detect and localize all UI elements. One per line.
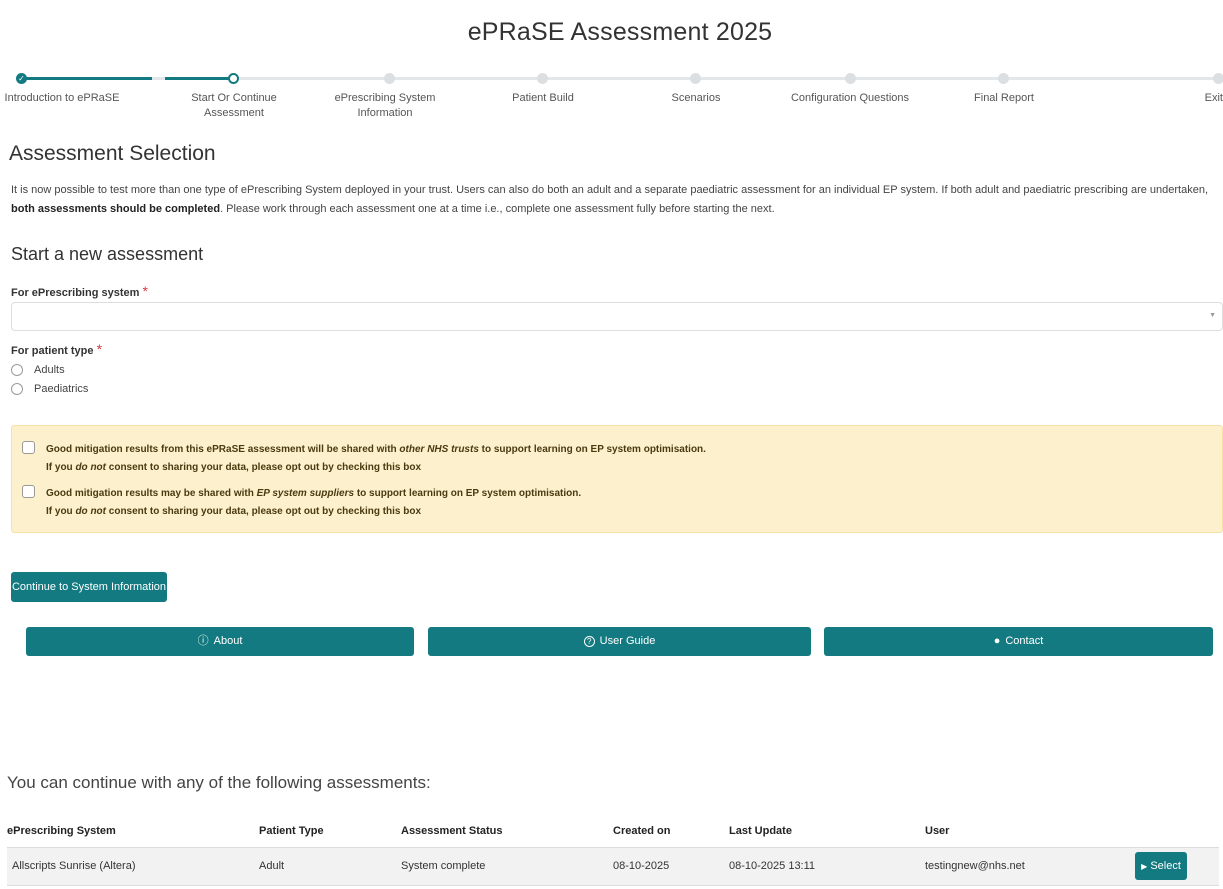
user-guide-button[interactable]: ? User Guide — [428, 627, 811, 656]
col-last-update: Last Update — [729, 815, 925, 848]
step-node-exit — [1213, 73, 1223, 84]
step-label-patient-build: Patient Build — [512, 92, 574, 104]
table-row: Allscripts Sunrise (Altera) Adult System… — [7, 847, 1219, 886]
cell-action: ▶ Select — [1135, 847, 1219, 886]
required-marker: * — [96, 341, 103, 357]
assessments-table: ePrescribing System Patient Type Assessm… — [7, 815, 1219, 886]
consent-text: to support learning on EP system optimis… — [478, 444, 706, 455]
step-node-introduction[interactable]: ✓ — [16, 73, 27, 84]
check-icon: ✓ — [18, 74, 25, 83]
user-circle-icon: ● — [993, 635, 1001, 647]
patient-type-label-text: For patient type — [11, 345, 94, 357]
cell-patient-type: Adult — [259, 847, 401, 886]
opt-out-checkbox-nhs-trusts[interactable] — [22, 441, 35, 454]
select-button-label: Select — [1150, 860, 1181, 872]
about-button-label: About — [213, 635, 243, 647]
step-label-exit: Exit — [1204, 92, 1223, 104]
chevron-down-icon: ▼ — [1209, 312, 1216, 319]
step-label-scenarios: Scenarios — [671, 92, 721, 104]
radio-circle[interactable] — [11, 383, 23, 395]
radio-circle[interactable] — [11, 364, 23, 376]
intro-paragraph: It is now possible to test more than one… — [11, 181, 1223, 219]
help-icon: ? — [583, 636, 595, 647]
consent-text: If you — [46, 506, 76, 517]
consent-text: If you — [46, 462, 76, 473]
step-node-start-or-continue — [228, 73, 239, 84]
consent-panel: Good mitigation results from this ePRaSE… — [11, 425, 1223, 533]
stepper-progress-segment — [22, 77, 152, 80]
cell-user: testingnew@nhs.net — [925, 847, 1135, 886]
consent-text: Good mitigation results may be shared wi… — [46, 488, 257, 499]
intro-text: It is now possible to test more than one… — [11, 184, 1209, 196]
consent-text: consent to sharing your data, please opt… — [106, 462, 422, 473]
consent-text: to support learning on EP system optimis… — [354, 488, 582, 499]
table-header-row: ePrescribing System Patient Type Assessm… — [7, 815, 1219, 848]
new-assessment-heading: Start a new assessment — [11, 244, 204, 264]
consent-text-em: other NHS trusts — [399, 444, 479, 455]
consent-text-nhs-trusts: Good mitigation results from this ePRaSE… — [46, 441, 1196, 477]
col-user: User — [925, 815, 1135, 848]
consent-text: Good mitigation results from this ePRaSE… — [46, 444, 400, 455]
consent-text-suppliers: Good mitigation results may be shared wi… — [46, 485, 1196, 521]
cell-system: Allscripts Sunrise (Altera) — [7, 847, 259, 886]
step-node-system-information — [384, 73, 395, 84]
patient-type-label: For patient type * — [11, 341, 102, 357]
step-node-configuration-questions — [845, 73, 856, 84]
col-assessment-status: Assessment Status — [401, 815, 613, 848]
cell-created: 08-10-2025 — [613, 847, 729, 886]
step-label-final-report: Final Report — [974, 92, 1034, 104]
step-node-patient-build — [537, 73, 548, 84]
radio-paediatrics[interactable]: Paediatrics — [11, 382, 88, 396]
col-ep-system: ePrescribing System — [7, 815, 259, 848]
select-button[interactable]: ▶ Select — [1135, 852, 1187, 880]
system-label-text: For ePrescribing system — [11, 287, 140, 299]
col-patient-type: Patient Type — [259, 815, 401, 848]
step-node-final-report — [998, 73, 1009, 84]
ep-system-select[interactable]: ▼ — [11, 302, 1223, 331]
opt-out-checkbox-suppliers[interactable] — [22, 485, 35, 498]
step-label-introduction[interactable]: Introduction to ePRaSE — [2, 91, 122, 106]
intro-text-end: . Please work through each assessment on… — [220, 203, 775, 215]
radio-paediatrics-label: Paediatrics — [34, 383, 89, 395]
step-node-scenarios — [690, 73, 701, 84]
radio-adults[interactable]: Adults — [11, 363, 65, 377]
info-icon: ⓘ — [197, 635, 209, 647]
cell-status: System complete — [401, 847, 613, 886]
cell-updated: 08-10-2025 13:11 — [729, 847, 925, 886]
consent-text-em: EP system suppliers — [256, 488, 355, 499]
about-button[interactable]: ⓘ About — [26, 627, 414, 656]
contact-button-label: Contact — [1005, 635, 1044, 647]
page-title: ePRaSE Assessment 2025 — [467, 18, 773, 46]
contact-button[interactable]: ● Contact — [824, 627, 1213, 656]
step-label-start-or-continue: Start Or Continue Assessment — [191, 92, 277, 119]
continue-assessments-heading: You can continue with any of the followi… — [7, 773, 431, 792]
step-label-system-information: ePrescribing System Information — [334, 92, 436, 119]
system-field-label: For ePrescribing system * — [11, 283, 148, 299]
radio-adults-label: Adults — [34, 364, 65, 376]
consent-text: consent to sharing your data, please opt… — [106, 506, 422, 517]
stepper-progress-segment — [165, 77, 233, 80]
progress-stepper: ✓ Introduction to ePRaSE Start Or Contin… — [0, 72, 1223, 128]
consent-text-em: do not — [75, 506, 106, 517]
intro-emphasis: both assessments should be completed — [11, 203, 221, 215]
col-action — [1135, 815, 1219, 848]
continue-to-system-information-button[interactable]: Continue to System Information — [11, 572, 167, 602]
col-created-on: Created on — [613, 815, 729, 848]
required-marker: * — [142, 283, 148, 299]
user-guide-button-label: User Guide — [599, 635, 656, 647]
step-label-configuration-questions: Configuration Questions — [790, 92, 909, 104]
consent-text-em: do not — [75, 462, 106, 473]
assessment-selection-heading: Assessment Selection — [9, 142, 216, 165]
play-icon: ▶ — [1141, 862, 1148, 871]
